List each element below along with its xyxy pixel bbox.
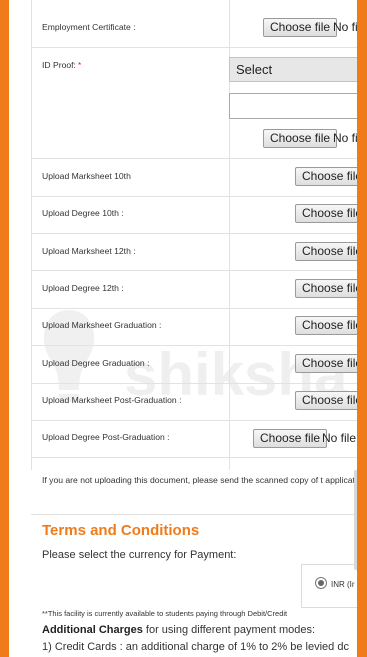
row-divider — [31, 270, 357, 271]
id-proof-file-status: No fi — [333, 131, 357, 145]
employment-certificate-choose-file-button[interactable]: Choose file — [263, 18, 338, 37]
row-divider — [31, 457, 357, 458]
row-divider — [31, 420, 357, 421]
additional-charges-line: Additional Charges for using different p… — [42, 624, 315, 636]
upload-degree-post-graduation-choose-file-button[interactable]: Choose file — [253, 429, 328, 448]
terms-title: Terms and Conditions — [42, 522, 200, 539]
employment-certificate-file-status: No fi — [333, 20, 357, 34]
additional-charges-title: Additional Charges — [42, 624, 143, 636]
scrollbar[interactable] — [354, 470, 357, 570]
id-proof-select[interactable]: Select — [229, 57, 357, 82]
row-divider — [31, 383, 357, 384]
upload-degree-graduation-label: Upload Degree Graduation : — [42, 358, 150, 368]
row-divider — [31, 308, 357, 309]
upload-degree-12th-choose-file-button[interactable]: Choose file — [295, 279, 357, 298]
upload-degree-10th-choose-file-button[interactable]: Choose file — [295, 204, 357, 223]
additional-charges-rest: for using different payment modes: — [142, 624, 316, 636]
upload-marksheet-10th-label: Upload Marksheet 10th — [42, 171, 131, 181]
upload-note: If you are not uploading this document, … — [42, 475, 357, 485]
upload-degree-graduation-choose-file-button[interactable]: Choose file — [295, 354, 357, 373]
currency-prompt: Please select the currency for Payment: — [42, 549, 237, 561]
row-divider — [31, 47, 357, 48]
upload-marksheet-graduation-choose-file-button[interactable]: Choose file — [295, 316, 357, 335]
employment-certificate-label: Employment Certificate : — [42, 22, 136, 32]
row-divider — [31, 514, 357, 515]
row-divider — [31, 158, 357, 159]
row-divider — [31, 345, 357, 346]
upload-degree-post-graduation-label: Upload Degree Post-Graduation : — [42, 432, 170, 442]
upload-degree-post-graduation-file-status: No file — [322, 431, 357, 445]
upload-marksheet-post-graduation-choose-file-button[interactable]: Choose file — [295, 391, 357, 410]
row-divider — [31, 233, 357, 234]
id-proof-number-input[interactable] — [229, 93, 357, 119]
facility-note: **This facility is currently available t… — [42, 609, 288, 618]
currency-radio-inr[interactable] — [315, 577, 327, 589]
upload-marksheet-12th-choose-file-button[interactable]: Choose file — [295, 242, 357, 261]
id-proof-label: ID Proof: * — [42, 60, 82, 70]
row-divider — [31, 196, 357, 197]
upload-marksheet-graduation-label: Upload Marksheet Graduation : — [42, 320, 162, 330]
upload-marksheet-post-graduation-label: Upload Marksheet Post-Graduation : — [42, 395, 182, 405]
application-form-panel: shiksha Employment Certificate : Choose … — [9, 0, 357, 657]
required-asterisk: * — [77, 60, 82, 70]
upload-degree-10th-label: Upload Degree 10th : — [42, 208, 124, 218]
upload-marksheet-12th-label: Upload Marksheet 12th : — [42, 246, 136, 256]
upload-degree-12th-label: Upload Degree 12th : — [42, 283, 124, 293]
id-proof-choose-file-button[interactable]: Choose file — [263, 129, 338, 148]
currency-option-label: INR (Ir — [331, 580, 355, 589]
upload-marksheet-10th-choose-file-button[interactable]: Choose file — [295, 167, 357, 186]
credit-card-charge-line: 1) Credit Cards : an additional charge o… — [42, 641, 349, 653]
